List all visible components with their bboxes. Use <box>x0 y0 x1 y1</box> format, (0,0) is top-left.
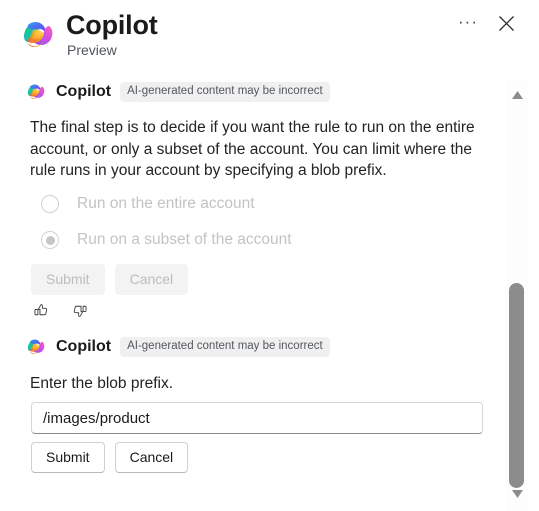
more-options-icon: ··· <box>458 12 478 31</box>
scroll-up-arrow-icon <box>511 87 524 105</box>
copilot-avatar-icon <box>25 81 47 103</box>
thumbs-down-button[interactable] <box>65 299 93 327</box>
scroll-down-button[interactable] <box>506 484 528 506</box>
conversation-scroll-area[interactable]: Copilot AI-generated content may be inco… <box>0 70 495 511</box>
copilot-panel: Copilot Preview ··· Copilot AI-generated… <box>0 0 539 511</box>
thumbs-up-icon <box>33 302 50 324</box>
close-icon <box>498 15 515 37</box>
thumbs-down-icon <box>71 302 88 324</box>
message-block-2: Copilot AI-generated content may be inco… <box>0 336 495 358</box>
message-actions-1: Submit Cancel <box>0 264 495 295</box>
panel-title: Copilot <box>66 10 158 40</box>
scrollbar-thumb[interactable] <box>509 283 524 488</box>
message-author: Copilot <box>56 83 112 100</box>
blob-prefix-input-wrap <box>0 402 495 434</box>
message-actions-2: Submit Cancel <box>0 442 495 473</box>
message-header: Copilot AI-generated content may be inco… <box>0 81 495 103</box>
panel-header: Copilot Preview ··· <box>0 0 539 70</box>
cancel-button[interactable]: Cancel <box>114 442 189 473</box>
more-options-button[interactable]: ··· <box>453 11 483 41</box>
ai-disclaimer-badge: AI-generated content may be incorrect <box>120 82 330 102</box>
close-button[interactable] <box>491 11 521 41</box>
message-block-1: Copilot AI-generated content may be inco… <box>0 81 495 103</box>
scroll-up-button[interactable] <box>506 85 528 107</box>
radio-option-label: Run on the entire account <box>77 195 255 212</box>
cancel-button-disabled: Cancel <box>114 264 189 295</box>
feedback-row <box>0 299 495 327</box>
message-body-1: The final step is to decide if you want … <box>30 119 475 179</box>
vertical-scrollbar[interactable] <box>495 80 539 511</box>
message-header: Copilot AI-generated content may be inco… <box>0 336 495 358</box>
blob-prefix-input[interactable] <box>31 402 483 434</box>
copilot-avatar-icon <box>25 336 47 358</box>
blob-prefix-label: Enter the blob prefix. <box>30 375 174 392</box>
thumbs-up-button[interactable] <box>27 299 55 327</box>
radio-option-entire-account[interactable]: Run on the entire account <box>0 189 495 219</box>
message-author: Copilot <box>56 338 112 355</box>
copilot-logo-icon <box>19 16 57 54</box>
scroll-down-arrow-icon <box>511 486 524 504</box>
radio-circle-icon <box>41 195 59 213</box>
radio-circle-selected-icon <box>41 231 59 249</box>
radio-option-label: Run on a subset of the account <box>77 231 292 248</box>
submit-button-disabled: Submit <box>31 264 105 295</box>
submit-button[interactable]: Submit <box>31 442 105 473</box>
ai-disclaimer-badge: AI-generated content may be incorrect <box>120 337 330 357</box>
radio-option-subset-account[interactable]: Run on a subset of the account <box>0 225 495 255</box>
panel-subtitle: Preview <box>67 42 117 58</box>
